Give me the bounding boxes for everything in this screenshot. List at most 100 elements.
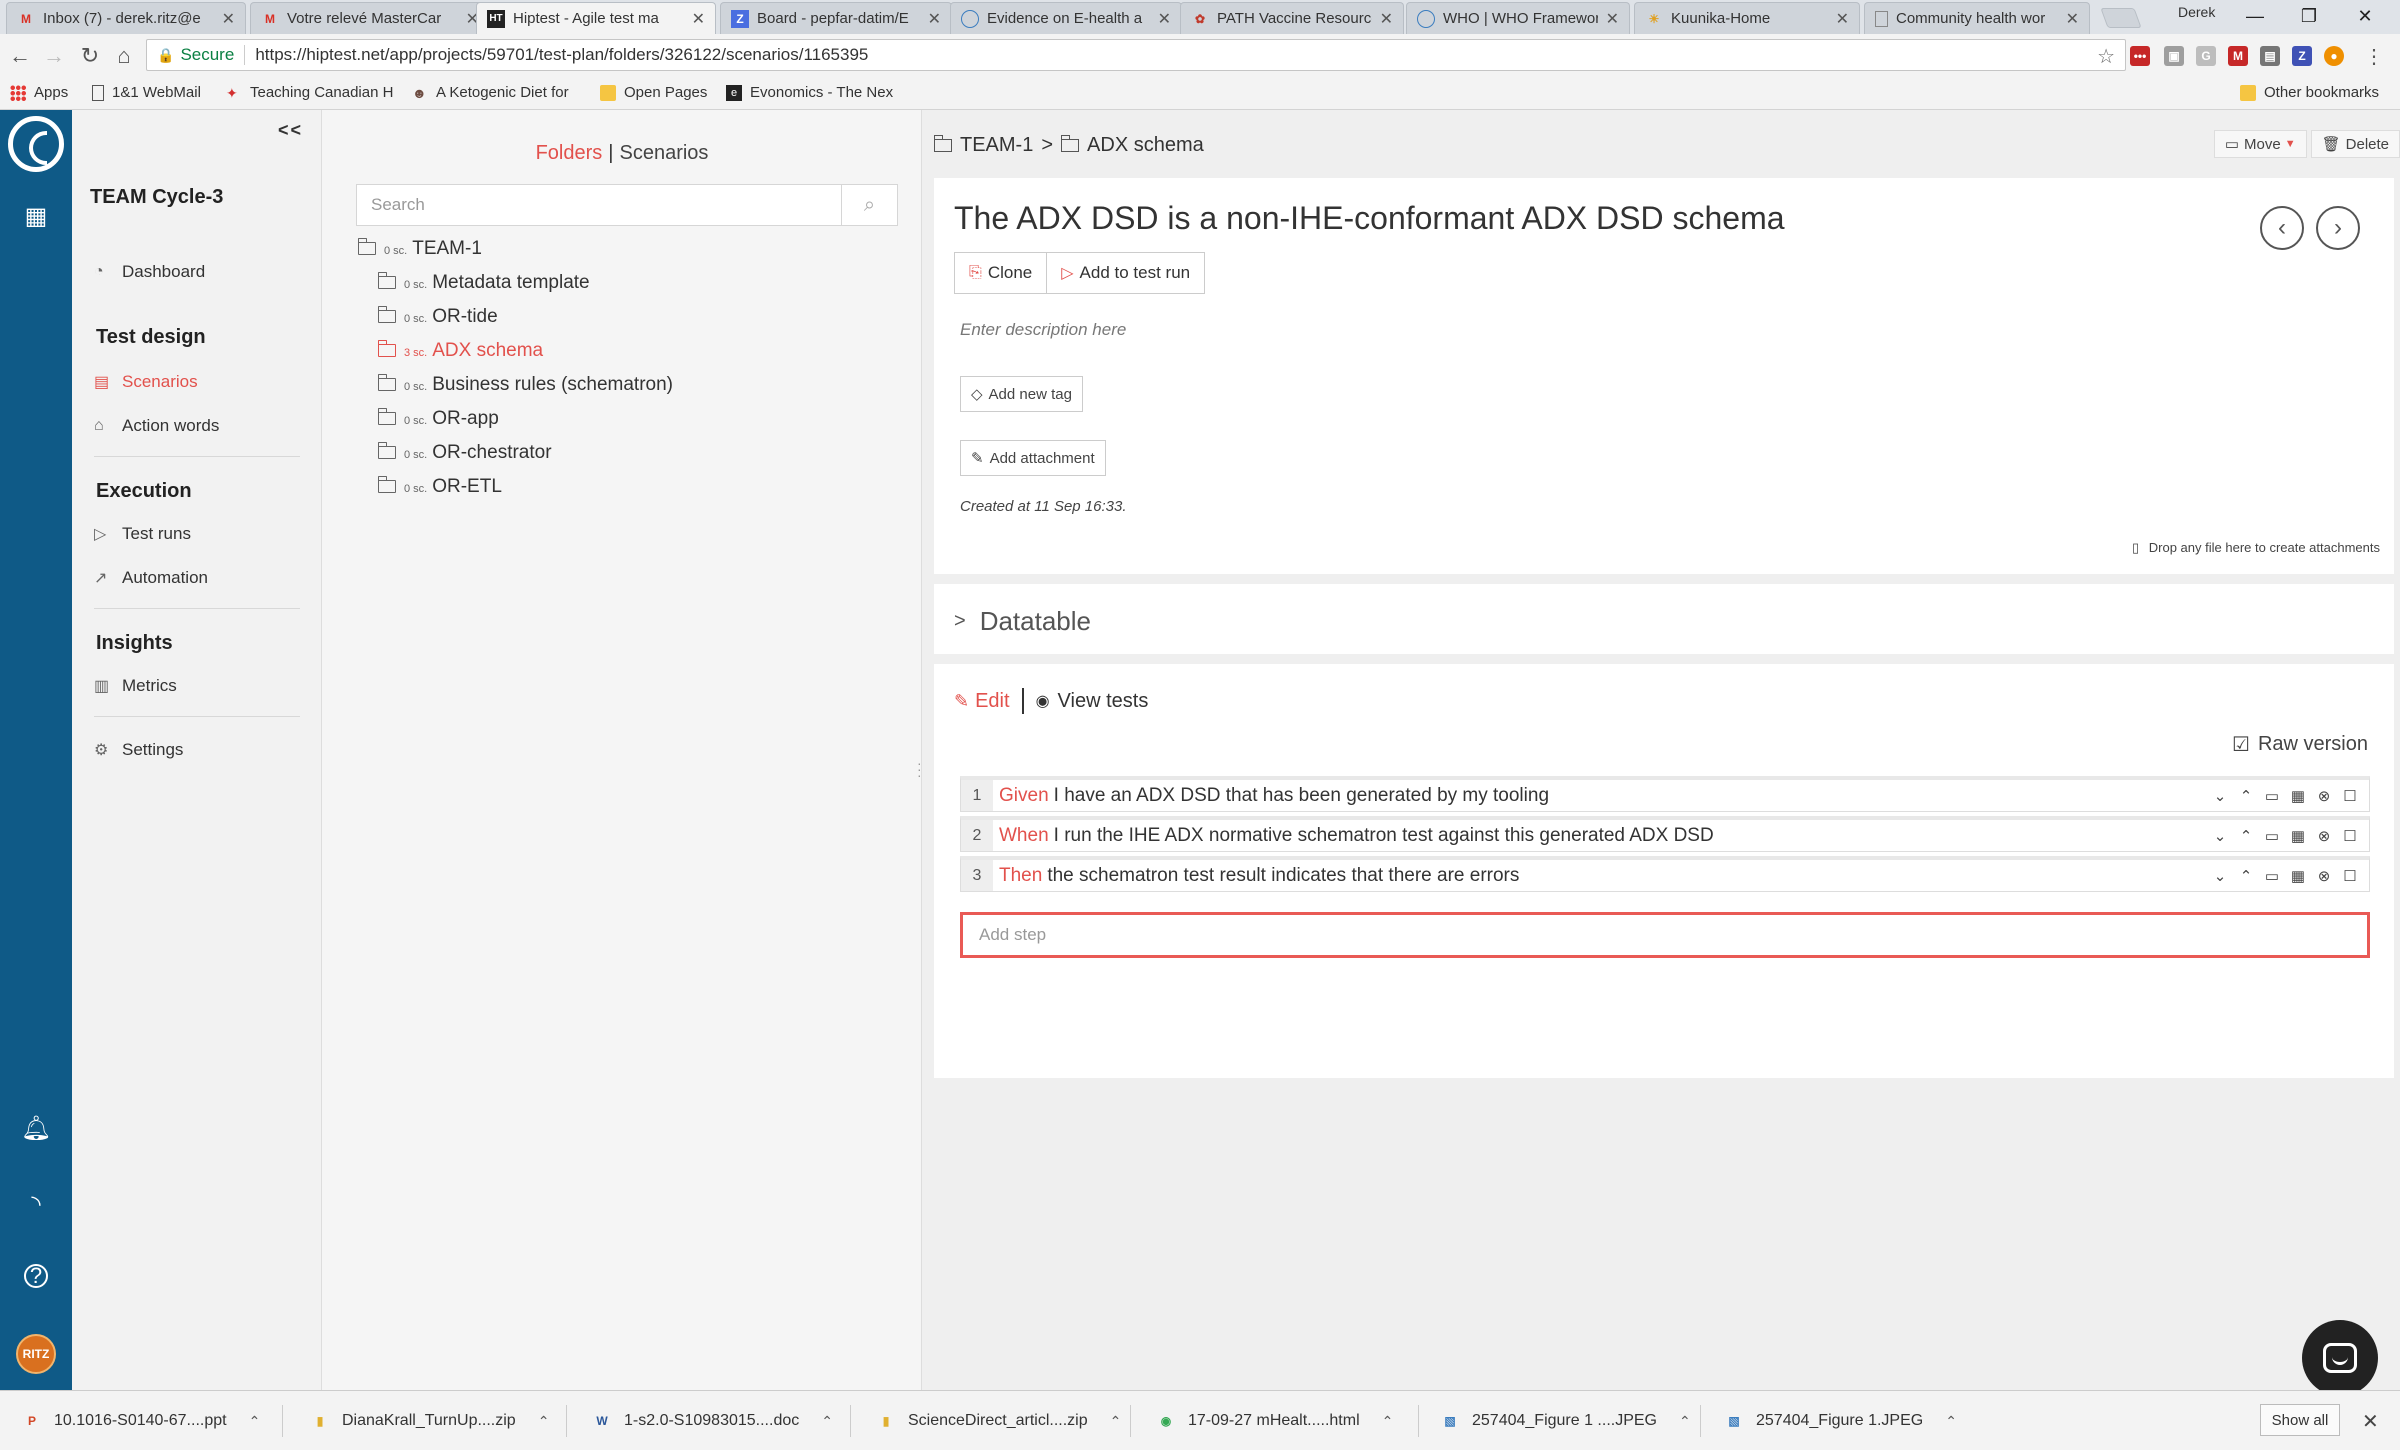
browser-tab-evidence[interactable]: Evidence on E-health a ✕ — [950, 2, 1182, 34]
nav-action-words[interactable]: ⌂ Action words — [94, 416, 219, 436]
restore-icon[interactable]: ❐ — [2284, 2, 2334, 30]
browser-tab-who[interactable]: WHO | WHO Framewor ✕ — [1406, 2, 1630, 34]
add-to-test-run-button[interactable]: ▷ Add to test run — [1047, 252, 1206, 294]
bookmark-evonomics[interactable]: e Evonomics - The Nex — [726, 84, 893, 101]
profile-name[interactable]: Derek — [2178, 4, 2215, 20]
extension-orange-icon[interactable]: ● — [2324, 46, 2344, 66]
bookmark-apps[interactable]: Apps — [10, 84, 68, 101]
datatable-toggle[interactable]: > Datatable — [954, 606, 1091, 637]
remove-circle-icon[interactable]: ⊗ — [2311, 787, 2337, 805]
add-attachment-button[interactable]: ✎ Add attachment — [960, 440, 1106, 476]
download-item[interactable]: W 1-s2.0-S10983015....doc ⌃ — [594, 1411, 833, 1431]
browser-tab-inbox[interactable]: M Inbox (7) - derek.ritz@e ✕ — [6, 2, 246, 34]
tab-close-icon[interactable]: ✕ — [928, 9, 941, 29]
tab-close-icon[interactable]: ✕ — [222, 9, 235, 29]
secure-indicator[interactable]: 🔒 Secure — [157, 45, 234, 65]
add-tag-button[interactable]: ◇ Add new tag — [960, 376, 1083, 412]
hiptest-logo-icon[interactable] — [8, 116, 64, 172]
download-item[interactable]: ▮ DianaKrall_TurnUp....zip ⌃ — [312, 1411, 550, 1431]
raw-version-button[interactable]: ☑ Raw version — [2232, 732, 2368, 757]
next-scenario-button[interactable]: › — [2316, 206, 2360, 250]
mendeley-extension-icon[interactable]: M — [2228, 46, 2248, 66]
table-icon[interactable]: ▦ — [2285, 867, 2311, 885]
chevron-up-icon[interactable]: ⌃ — [2233, 827, 2259, 845]
edit-tab[interactable]: ✎ Edit — [954, 690, 1010, 713]
description-field[interactable]: Enter description here — [960, 320, 1126, 340]
step-text[interactable]: I have an ADX DSD that has been generate… — [1054, 785, 2207, 807]
chevron-up-icon[interactable]: ⌃ — [2233, 867, 2259, 885]
chevron-up-icon[interactable]: ⌃ — [1679, 1413, 1691, 1430]
rss-feed-icon[interactable]: ◝ — [22, 1190, 50, 1218]
bell-icon[interactable]: 🔔︎ — [21, 1114, 51, 1142]
panel-resize-handle[interactable]: · · · — [917, 756, 922, 782]
chat-launcher-button[interactable] — [2302, 1320, 2378, 1396]
back-arrow-icon[interactable]: ← — [6, 42, 34, 70]
chevron-down-icon[interactable]: ⌄ — [2207, 787, 2233, 805]
nav-settings[interactable]: ⚙ Settings — [94, 740, 183, 760]
datatable-card[interactable]: > Datatable — [934, 584, 2394, 654]
nav-test-runs[interactable]: ▷ Test runs — [94, 524, 191, 544]
download-item[interactable]: ▮ ScienceDirect_articl....zip ⌃ — [878, 1411, 1122, 1431]
clone-button[interactable]: ⎘ Clone — [954, 252, 1048, 294]
browser-tab-hiptest[interactable]: HT Hiptest - Agile test ma ✕ — [476, 2, 716, 34]
download-item[interactable]: ▧ 257404_Figure 1.JPEG ⌃ — [1726, 1411, 1957, 1431]
tree-node-or-etl[interactable]: 0 sc. OR-ETL — [377, 476, 502, 498]
chevron-up-icon[interactable]: ⌃ — [2233, 787, 2259, 805]
url-text[interactable]: https://hiptest.net/app/projects/59701/t… — [255, 45, 868, 65]
new-tab-button[interactable] — [2100, 8, 2142, 28]
chrome-menu-icon[interactable]: ⋮ — [2360, 42, 2388, 70]
browser-tab-mastercard[interactable]: M Votre relevé MasterCar ✕ — [250, 2, 490, 34]
browser-tab-community[interactable]: Community health wor ✕ — [1864, 2, 2090, 34]
chevron-down-icon[interactable]: ⌄ — [2207, 867, 2233, 885]
bookmark-other[interactable]: Other bookmarks — [2240, 84, 2379, 101]
tree-node-adx-schema[interactable]: 3 sc. ADX schema — [377, 340, 543, 362]
nav-metrics[interactable]: ▥ Metrics — [94, 676, 177, 696]
tree-node-business-rules[interactable]: 0 sc. Business rules (schematron) — [377, 374, 673, 396]
chevron-up-icon[interactable]: ⌃ — [1945, 1413, 1957, 1430]
delete-button[interactable]: 🗑︎ Delete — [2310, 130, 2400, 158]
browser-tab-board[interactable]: Z Board - pepfar-datim/E ✕ — [720, 2, 952, 34]
show-all-downloads-button[interactable]: Show all — [2260, 1404, 2340, 1436]
checkbox-icon[interactable]: ☐ — [2337, 827, 2363, 845]
nav-dashboard[interactable]: ◔ Dashboard — [94, 262, 205, 282]
bookmark-teaching-canadian[interactable]: ✦ Teaching Canadian H — [226, 84, 393, 101]
tree-node-team-1[interactable]: 0 sc. TEAM-1 — [357, 238, 482, 260]
comment-icon[interactable]: ▭ — [2259, 867, 2285, 885]
remove-circle-icon[interactable]: ⊗ — [2311, 827, 2337, 845]
chevron-down-icon[interactable]: ⌄ — [2207, 827, 2233, 845]
window-close-icon[interactable]: ✕ — [2340, 2, 2390, 30]
nav-scenarios[interactable]: ▤ Scenarios — [94, 372, 198, 392]
extension-camera-icon[interactable]: ▤ — [2260, 46, 2280, 66]
checkbox-icon[interactable]: ☐ — [2337, 787, 2363, 805]
browser-tab-path[interactable]: ✿ PATH Vaccine Resource ✕ — [1180, 2, 1404, 34]
tree-node-or-app[interactable]: 0 sc. OR-app — [377, 408, 499, 430]
help-icon[interactable]: ? — [24, 1263, 48, 1288]
minimize-icon[interactable]: — — [2230, 2, 2280, 30]
extension-grey-icon[interactable]: ▣ — [2164, 46, 2184, 66]
reload-icon[interactable]: ↻ — [76, 42, 104, 70]
step-row[interactable]: 3 Then the schematron test result indica… — [960, 856, 2370, 892]
tab-scenarios[interactable]: Scenarios — [619, 142, 708, 164]
table-icon[interactable]: ▦ — [2285, 787, 2311, 805]
download-item[interactable]: ◉ 17-09-27 mHealt.....html ⌃ — [1158, 1411, 1394, 1431]
bookmark-ketogenic[interactable]: ☻ A Ketogenic Diet for — [412, 84, 569, 101]
tab-close-icon[interactable]: ✕ — [1836, 9, 1849, 29]
comment-icon[interactable]: ▭ — [2259, 827, 2285, 845]
chevron-up-icon[interactable]: ⌃ — [249, 1413, 261, 1430]
collapse-sidebar-button[interactable]: << — [278, 120, 303, 141]
avatar[interactable]: RITZ — [16, 1334, 56, 1374]
tree-node-or-tide[interactable]: 0 sc. OR-tide — [377, 306, 498, 328]
previous-scenario-button[interactable]: ‹ — [2260, 206, 2304, 250]
chevron-up-icon[interactable]: ⌃ — [538, 1413, 550, 1430]
download-item[interactable]: ▧ 257404_Figure 1 ....JPEG ⌃ — [1442, 1411, 1691, 1431]
chevron-up-icon[interactable]: ⌃ — [1382, 1413, 1394, 1430]
tab-close-icon[interactable]: ✕ — [1606, 9, 1619, 29]
search-icon[interactable]: ⌕ — [841, 185, 897, 225]
apps-grid-icon[interactable]: ▦ — [22, 202, 50, 230]
tab-folders[interactable]: Folders — [536, 142, 603, 164]
comment-icon[interactable]: ▭ — [2259, 787, 2285, 805]
tab-close-icon[interactable]: ✕ — [692, 9, 705, 29]
tab-close-icon[interactable]: ✕ — [2066, 9, 2079, 29]
bookmark-webmail[interactable]: 1&1 WebMail — [92, 84, 201, 101]
browser-tab-kuunika[interactable]: ☀ Kuunika-Home ✕ — [1634, 2, 1860, 34]
